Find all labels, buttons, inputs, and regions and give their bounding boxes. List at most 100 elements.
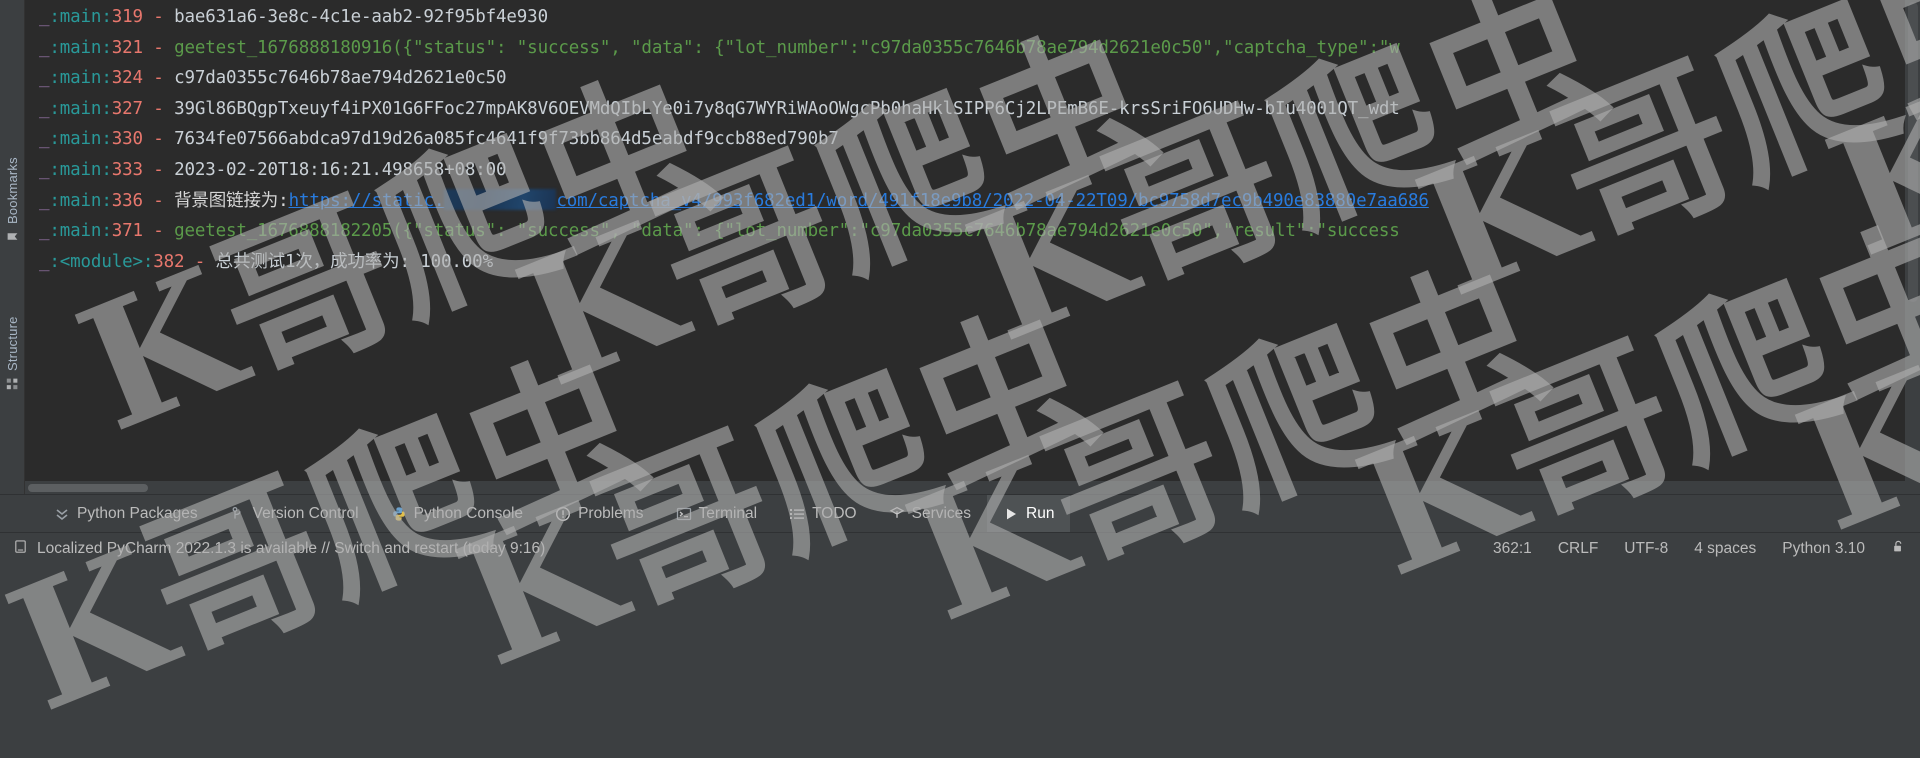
console-line-number: 336: [111, 190, 143, 211]
caret-position[interactable]: 362:1: [1493, 540, 1532, 558]
console-line-prefix: _: [39, 129, 50, 150]
console-vertical-scrollbar-thumb[interactable]: [1908, 2, 1918, 302]
warning-circle-icon: [555, 506, 571, 522]
console-line-module: :main:: [49, 37, 112, 58]
console-line: _:main:333 - 2023-02-20T18:16:21.498658+…: [25, 155, 1905, 186]
console-line-number: 327: [111, 98, 143, 119]
console-line-prefix: _: [39, 98, 50, 119]
line-separator[interactable]: CRLF: [1558, 540, 1598, 558]
console-line-text: 2023-02-20T18:16:21.498658+08:00: [174, 159, 507, 180]
console-line-text: geetest_1676888180916({"status": "succes…: [174, 37, 1400, 58]
console-line: _:main:324 - c97da0355c7646b78ae794d2621…: [25, 63, 1905, 94]
console-vertical-scrollbar[interactable]: [1905, 0, 1920, 494]
console-line-prefix: _: [39, 190, 50, 211]
status-bar-indicators: 362:1 CRLF UTF-8 4 spaces Python 3.10: [1493, 539, 1920, 559]
tool-window-button-python-console[interactable]: Python Console: [375, 495, 539, 533]
indent-setting[interactable]: 4 spaces: [1694, 540, 1756, 558]
console-line-module: :main:: [49, 190, 112, 211]
console-line: _:main:336 - 背景图链接为:https://static. com/c…: [25, 186, 1905, 217]
unlocked-icon[interactable]: [1891, 539, 1906, 559]
console-line-dash: -: [142, 7, 175, 27]
tool-window-label: Terminal: [698, 504, 758, 522]
console-line: _:main:327 - 39Gl86BQgpTxeuyf4iPX01G6FFo…: [25, 94, 1905, 125]
console-line-prefix: _: [39, 37, 50, 58]
redacted-domain: [444, 188, 557, 210]
structure-icon: [6, 376, 19, 390]
list-icon: [789, 506, 805, 522]
tool-window-button-problems[interactable]: Problems: [539, 495, 659, 533]
terminal-icon: [676, 506, 692, 522]
console-line-link-tail[interactable]: com/captcha_v4/993f682ed1/word/491f18e9b…: [556, 191, 1429, 211]
console-line: _:main:321 - geetest_1676888180916({"sta…: [25, 33, 1905, 64]
tool-window-button-structure[interactable]: Structure: [0, 279, 25, 390]
console-line-text: bae631a6-3e8c-4c1e-aab2-92f95bf4e930: [174, 7, 548, 27]
tool-window-button-python-packages[interactable]: Python Packages: [38, 495, 214, 533]
console-line-module: :main:: [49, 68, 112, 89]
chevrons-down-icon: [54, 506, 70, 522]
tool-window-button-version-control[interactable]: Version Control: [214, 495, 375, 533]
status-bar-message[interactable]: Localized PyCharm 2022.1.3 is available …: [37, 540, 545, 558]
console-line-text: geetest_1676888182205({"status": "succes…: [174, 221, 1400, 242]
console-line-module: :main:: [49, 129, 112, 150]
console-line-number: 321: [111, 37, 143, 58]
console-line-prefix: _: [39, 251, 50, 272]
tool-window-button-services[interactable]: Services: [873, 495, 987, 533]
console-line-dash: -: [142, 159, 175, 180]
console-line-text: 7634fe07566abdca97d19d26a085fc4641f9f73b…: [174, 129, 839, 150]
run-console-output[interactable]: _:main:319 - bae631a6-3e8c-4c1e-aab2-92f…: [25, 0, 1905, 494]
console-line-prefix: _: [39, 7, 50, 27]
console-line-module: :main:: [49, 98, 112, 119]
left-tool-strip: Bookmarks Structure: [0, 0, 25, 494]
console-line-text: c97da0355c7646b78ae794d2621e0c50: [174, 68, 507, 89]
tool-window-label: Services: [911, 504, 972, 522]
console-line-dash: -: [184, 251, 216, 272]
tool-window-bar: Python Packages Version Control Python Con…: [0, 494, 1920, 533]
console-line-prefix: _: [39, 221, 50, 242]
notification-icon: [13, 539, 28, 559]
console-line-prefix: _: [39, 68, 50, 89]
console-line-module: :main:: [49, 7, 112, 27]
console-horizontal-scrollbar[interactable]: [25, 481, 1905, 494]
tool-window-label: TODO: [812, 504, 857, 522]
tool-window-button-terminal[interactable]: Terminal: [660, 495, 774, 533]
branch-icon: [230, 506, 246, 522]
console-line-dash: -: [142, 68, 175, 89]
console-line-link[interactable]: https://static.: [289, 191, 445, 211]
tool-window-label: Python Packages: [77, 504, 198, 522]
python-icon: [391, 506, 407, 522]
tool-window-label-bookmarks: Bookmarks: [5, 157, 20, 224]
tool-window-label-structure: Structure: [5, 316, 20, 371]
console-line: _:<module>:382 - 总共测试1次，成功率为: 100.00%: [25, 247, 1905, 278]
tool-window-label: Problems: [578, 504, 644, 522]
tool-window-button-todo[interactable]: TODO: [773, 495, 873, 533]
status-bar: Localized PyCharm 2022.1.3 is available …: [0, 532, 1920, 565]
console-horizontal-scrollbar-thumb[interactable]: [28, 484, 148, 492]
console-line-number: 324: [111, 68, 143, 89]
console-line-module: :<module>:: [49, 251, 154, 272]
console-line: _:main:330 - 7634fe07566abdca97d19d26a08…: [25, 124, 1905, 155]
console-line: _:main:319 - bae631a6-3e8c-4c1e-aab2-92f…: [25, 2, 1905, 33]
console-line-dash: -: [142, 190, 175, 211]
services-icon: [889, 506, 905, 522]
play-icon: [1003, 506, 1019, 522]
console-line-number: 371: [111, 221, 143, 242]
console-line-prefix: _: [39, 159, 50, 180]
file-encoding[interactable]: UTF-8: [1624, 540, 1668, 558]
console-line-number: 319: [111, 7, 143, 27]
status-bar-message-area[interactable]: Localized PyCharm 2022.1.3 is available …: [0, 539, 545, 559]
console-line-module: :main:: [49, 221, 112, 242]
bookmark-icon: [6, 229, 19, 242]
tool-window-label: Version Control: [252, 504, 359, 522]
pycharm-window: Bookmarks Structure _:main:319 - bae631a…: [0, 0, 1920, 751]
console-line-text: 总共测试1次，成功率为: 100.00%: [215, 251, 494, 272]
console-line-number: 330: [111, 129, 143, 150]
console-line-dash: -: [142, 221, 175, 242]
tool-window-label: Run: [1026, 504, 1055, 522]
tool-window-button-run[interactable]: Run: [987, 494, 1071, 533]
tool-window-label: Python Console: [413, 504, 524, 522]
console-line-label: 背景图链接为:: [174, 190, 289, 211]
console-line-dash: -: [142, 98, 175, 119]
console-line-number: 333: [111, 159, 143, 180]
python-interpreter[interactable]: Python 3.10: [1782, 540, 1865, 558]
tool-window-button-bookmarks[interactable]: Bookmarks: [0, 122, 25, 242]
